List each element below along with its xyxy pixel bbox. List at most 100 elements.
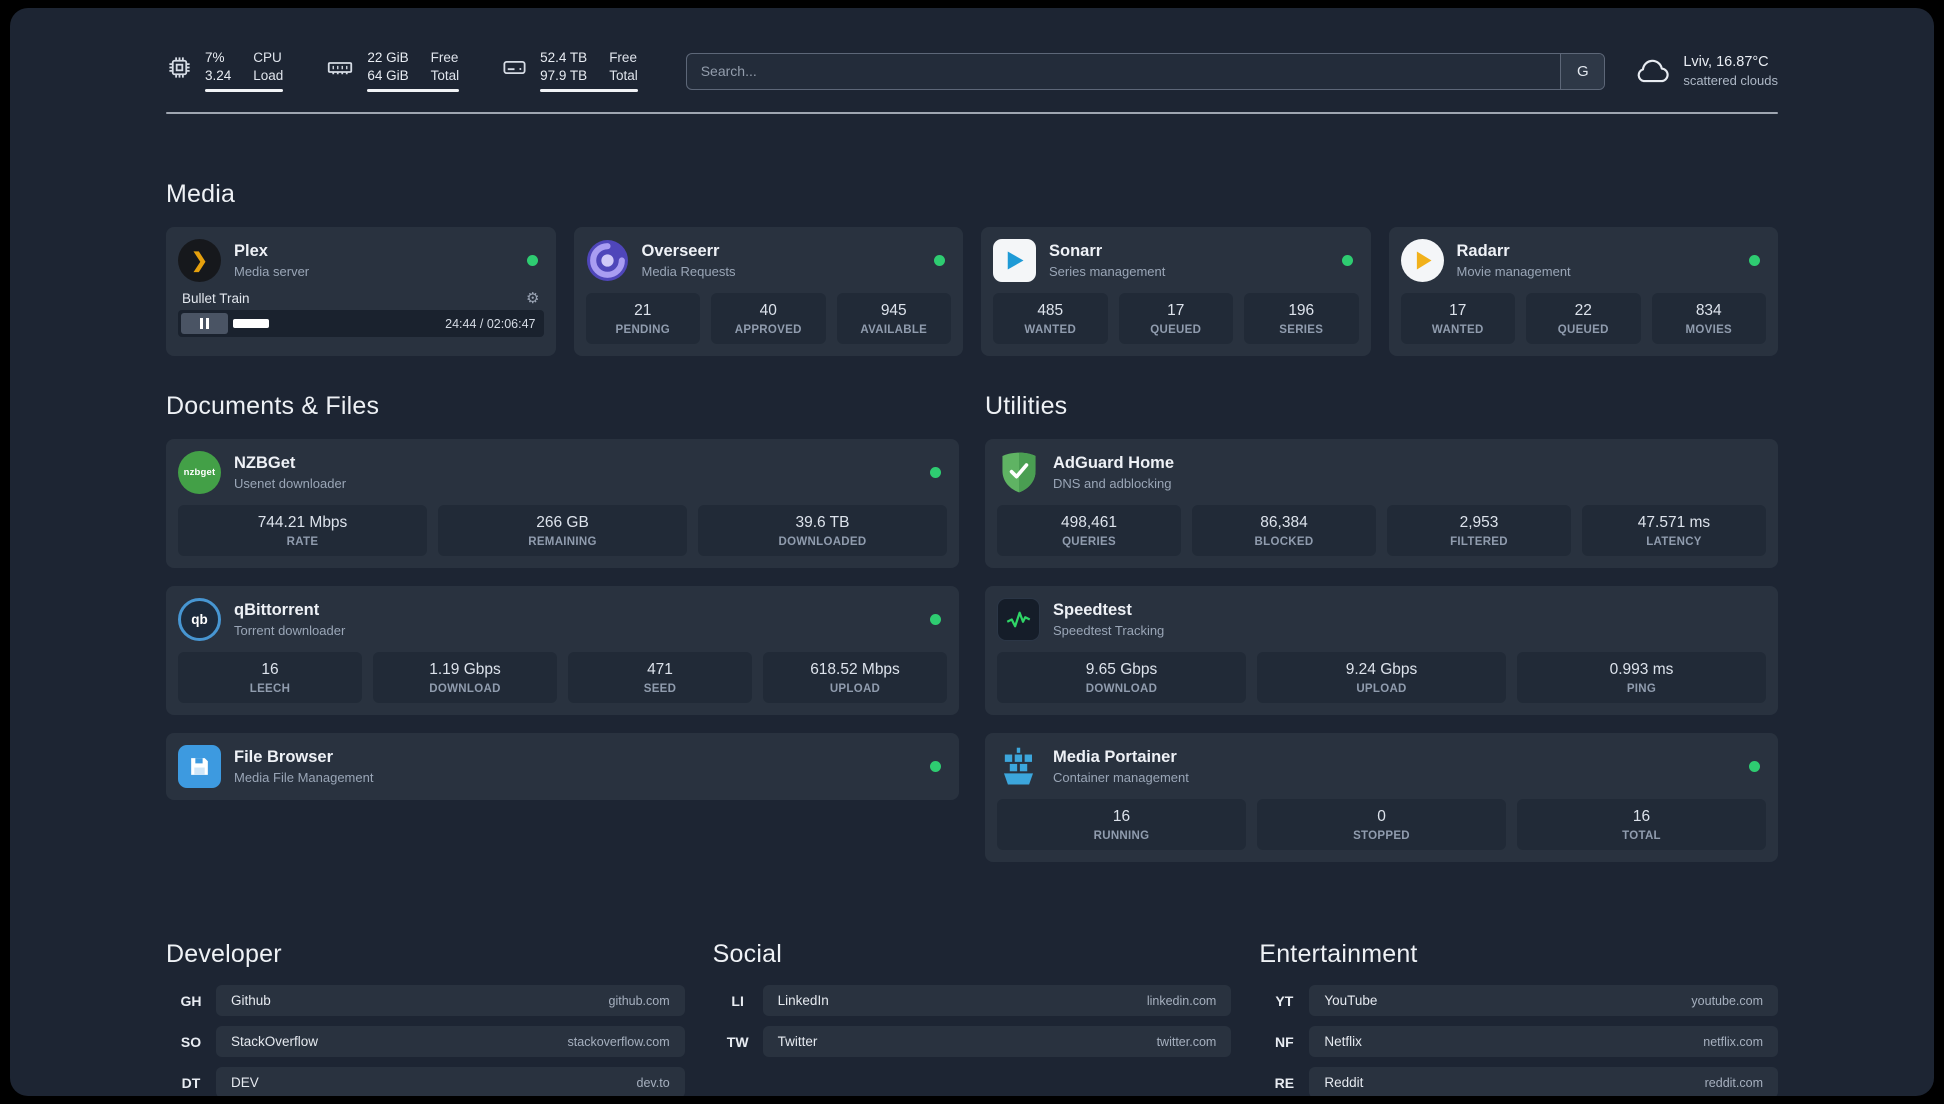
bookmark-abbr: RE xyxy=(1274,1074,1295,1091)
status-dot xyxy=(930,761,941,772)
stat-label: DOWNLOADED xyxy=(778,536,867,548)
stat-box: 16 RUNNING xyxy=(997,799,1246,850)
bookmarks: Developer GH Github github.com SO StackO… xyxy=(166,940,1778,1096)
bookmark-url: dev.to xyxy=(636,1075,670,1090)
bookmark-abbr: YT xyxy=(1275,992,1294,1009)
disk-usage-bar xyxy=(540,89,638,92)
bookmark-abbr: LI xyxy=(731,992,744,1009)
bookmark-url: github.com xyxy=(608,993,670,1008)
radarr-icon xyxy=(1400,239,1444,282)
bookmark-url: netflix.com xyxy=(1703,1034,1763,1049)
stat-box: 498,461 QUERIES xyxy=(997,505,1181,556)
weather-location: Lviv, 16.87°C xyxy=(1683,54,1769,70)
stat-box: 0 STOPPED xyxy=(1257,799,1506,850)
now-playing-title: Bullet Train xyxy=(182,291,250,306)
app-name: Speedtest xyxy=(1053,601,1132,619)
portainer-header: Media Portainer Container management xyxy=(997,745,1766,788)
weather-widget: Lviv, 16.87°C scattered clouds xyxy=(1633,54,1778,88)
radarr-header: Radarr Movie management xyxy=(1400,239,1767,282)
bookmark-link[interactable]: StackOverflow stackoverflow.com xyxy=(216,1026,685,1057)
disk-free-value: 52.4 TB xyxy=(540,50,588,65)
app-subtitle: Media File Management xyxy=(234,770,374,785)
card-portainer[interactable]: Media Portainer Container management 16 R… xyxy=(985,733,1778,862)
stat-box: 17 QUEUED xyxy=(1118,293,1233,344)
gear-icon[interactable]: ⚙ xyxy=(526,291,539,306)
bookmark-link[interactable]: Github github.com xyxy=(216,985,685,1016)
card-adguard[interactable]: AdGuard Home DNS and adblocking 498,461 Q… xyxy=(985,439,1778,568)
card-nzbget[interactable]: nzbget NZBGet Usenet downloader 744.21 M… xyxy=(166,439,959,568)
portainer-stats: 16 RUNNING 0 STOPPED 16 TOTAL xyxy=(997,799,1766,850)
card-radarr[interactable]: Radarr Movie management 17 WANTED 22 QUEUE… xyxy=(1388,227,1778,356)
cpu-usage-bar xyxy=(205,89,284,92)
bookmark-link[interactable]: LinkedIn linkedin.com xyxy=(762,985,1232,1016)
sonarr-icon xyxy=(993,239,1036,282)
bookmark-link[interactable]: Reddit reddit.com xyxy=(1309,1067,1778,1096)
bookmark-name: StackOverflow xyxy=(231,1034,319,1049)
bookmark-url: reddit.com xyxy=(1704,1075,1763,1090)
adguard-header: AdGuard Home DNS and adblocking xyxy=(997,451,1766,494)
bookmark-abbr: TW xyxy=(726,1033,749,1050)
filebrowser-icon xyxy=(178,745,221,788)
stat-label: UPLOAD xyxy=(829,683,881,695)
stat-label: LEECH xyxy=(249,683,291,695)
stat-value: 17 xyxy=(1167,302,1185,319)
bookmark-dev: DT DEV dev.to xyxy=(166,1067,685,1096)
plex-icon: ❯ xyxy=(178,239,221,282)
pause-button[interactable] xyxy=(181,313,228,334)
app-name: AdGuard Home xyxy=(1053,454,1175,472)
disk-icon xyxy=(503,60,526,75)
card-plex[interactable]: ❯ Plex Media server Bullet Train ⚙ 24:44… xyxy=(166,227,556,356)
stat-box: 16 TOTAL xyxy=(1517,799,1766,850)
seek-bar[interactable] xyxy=(228,313,445,334)
sonarr-stats: 485 WANTED 17 QUEUED 196 SERIES xyxy=(993,293,1359,344)
card-speedtest[interactable]: Speedtest Speedtest Tracking 9.65 Gbps DO… xyxy=(985,586,1778,715)
app-name: File Browser xyxy=(234,748,334,766)
app-name: Sonarr xyxy=(1049,242,1103,260)
status-dot xyxy=(934,255,945,266)
bookmark-link[interactable]: DEV dev.to xyxy=(216,1067,685,1096)
search-engine-button[interactable]: G xyxy=(1560,53,1605,89)
stat-label: PING xyxy=(1626,683,1657,695)
card-overseerr[interactable]: Overseerr Media Requests 21 PENDING 40 APP… xyxy=(573,227,963,356)
memory-free-value: 22 GiB xyxy=(367,50,409,65)
nzbget-header: nzbget NZBGet Usenet downloader xyxy=(178,451,947,494)
plex-chevron-icon: ❯ xyxy=(191,250,208,272)
dashboard-frame: 7% 3.24 CPU Load 22 GiB 64 GiB Free Tota… xyxy=(10,8,1934,1096)
section-title-social: Social xyxy=(712,940,782,968)
bookmark-group-social: Social LI LinkedIn linkedin.com TW Twitt… xyxy=(713,940,1232,1057)
card-qbittorrent[interactable]: qb qBittorrent Torrent downloader 16 LEEC… xyxy=(166,586,959,715)
stat-label: QUERIES xyxy=(1062,536,1116,548)
memory-readout: 22 GiB 64 GiB Free Total xyxy=(367,50,460,92)
card-sonarr[interactable]: Sonarr Series management 485 WANTED 17 QUE… xyxy=(981,227,1371,356)
qbittorrent-icon-text: qb xyxy=(191,612,208,627)
search-input[interactable] xyxy=(685,52,1606,90)
stat-label: AVAILABLE xyxy=(860,324,928,336)
stat-label: REMAINING xyxy=(528,536,597,548)
cpu-load-value: 3.24 xyxy=(205,68,232,83)
bookmark-link[interactable]: YouTube youtube.com xyxy=(1309,985,1778,1016)
dashboard-content: 7% 3.24 CPU Load 22 GiB 64 GiB Free Tota… xyxy=(166,8,1778,1096)
stat-box: 47.571 ms LATENCY xyxy=(1582,505,1766,556)
stat-label: SERIES xyxy=(1279,324,1324,336)
stat-value: 40 xyxy=(759,302,777,319)
topbar: 7% 3.24 CPU Load 22 GiB 64 GiB Free Tota… xyxy=(166,50,1778,92)
qbittorrent-icon: qb xyxy=(178,598,221,641)
stat-value: 47.571 ms xyxy=(1637,514,1711,531)
plex-now-playing-widget: Bullet Train ⚙ 24:44 / 02:06:47 xyxy=(178,291,544,337)
bookmark-linkedin: LI LinkedIn linkedin.com xyxy=(713,985,1232,1016)
stat-value: 16 xyxy=(1112,808,1131,825)
bookmark-link[interactable]: Twitter twitter.com xyxy=(762,1026,1232,1057)
app-subtitle: Movie management xyxy=(1456,264,1571,279)
bookmark-link[interactable]: Netflix netflix.com xyxy=(1309,1026,1778,1057)
card-filebrowser[interactable]: File Browser Media File Management xyxy=(166,733,959,800)
bookmark-twitter: TW Twitter twitter.com xyxy=(713,1026,1232,1057)
memory-total-value: 64 GiB xyxy=(367,68,409,83)
app-subtitle: Usenet downloader xyxy=(234,476,347,491)
media-grid: ❯ Plex Media server Bullet Train ⚙ 24:44… xyxy=(166,227,1778,356)
stat-box: 22 QUEUED xyxy=(1526,293,1641,344)
stat-label: BLOCKED xyxy=(1254,536,1314,548)
stat-label: UPLOAD xyxy=(1356,683,1407,695)
app-name: Media Portainer xyxy=(1053,748,1177,766)
stat-label: LATENCY xyxy=(1646,536,1702,548)
app-subtitle: Series management xyxy=(1049,264,1166,279)
